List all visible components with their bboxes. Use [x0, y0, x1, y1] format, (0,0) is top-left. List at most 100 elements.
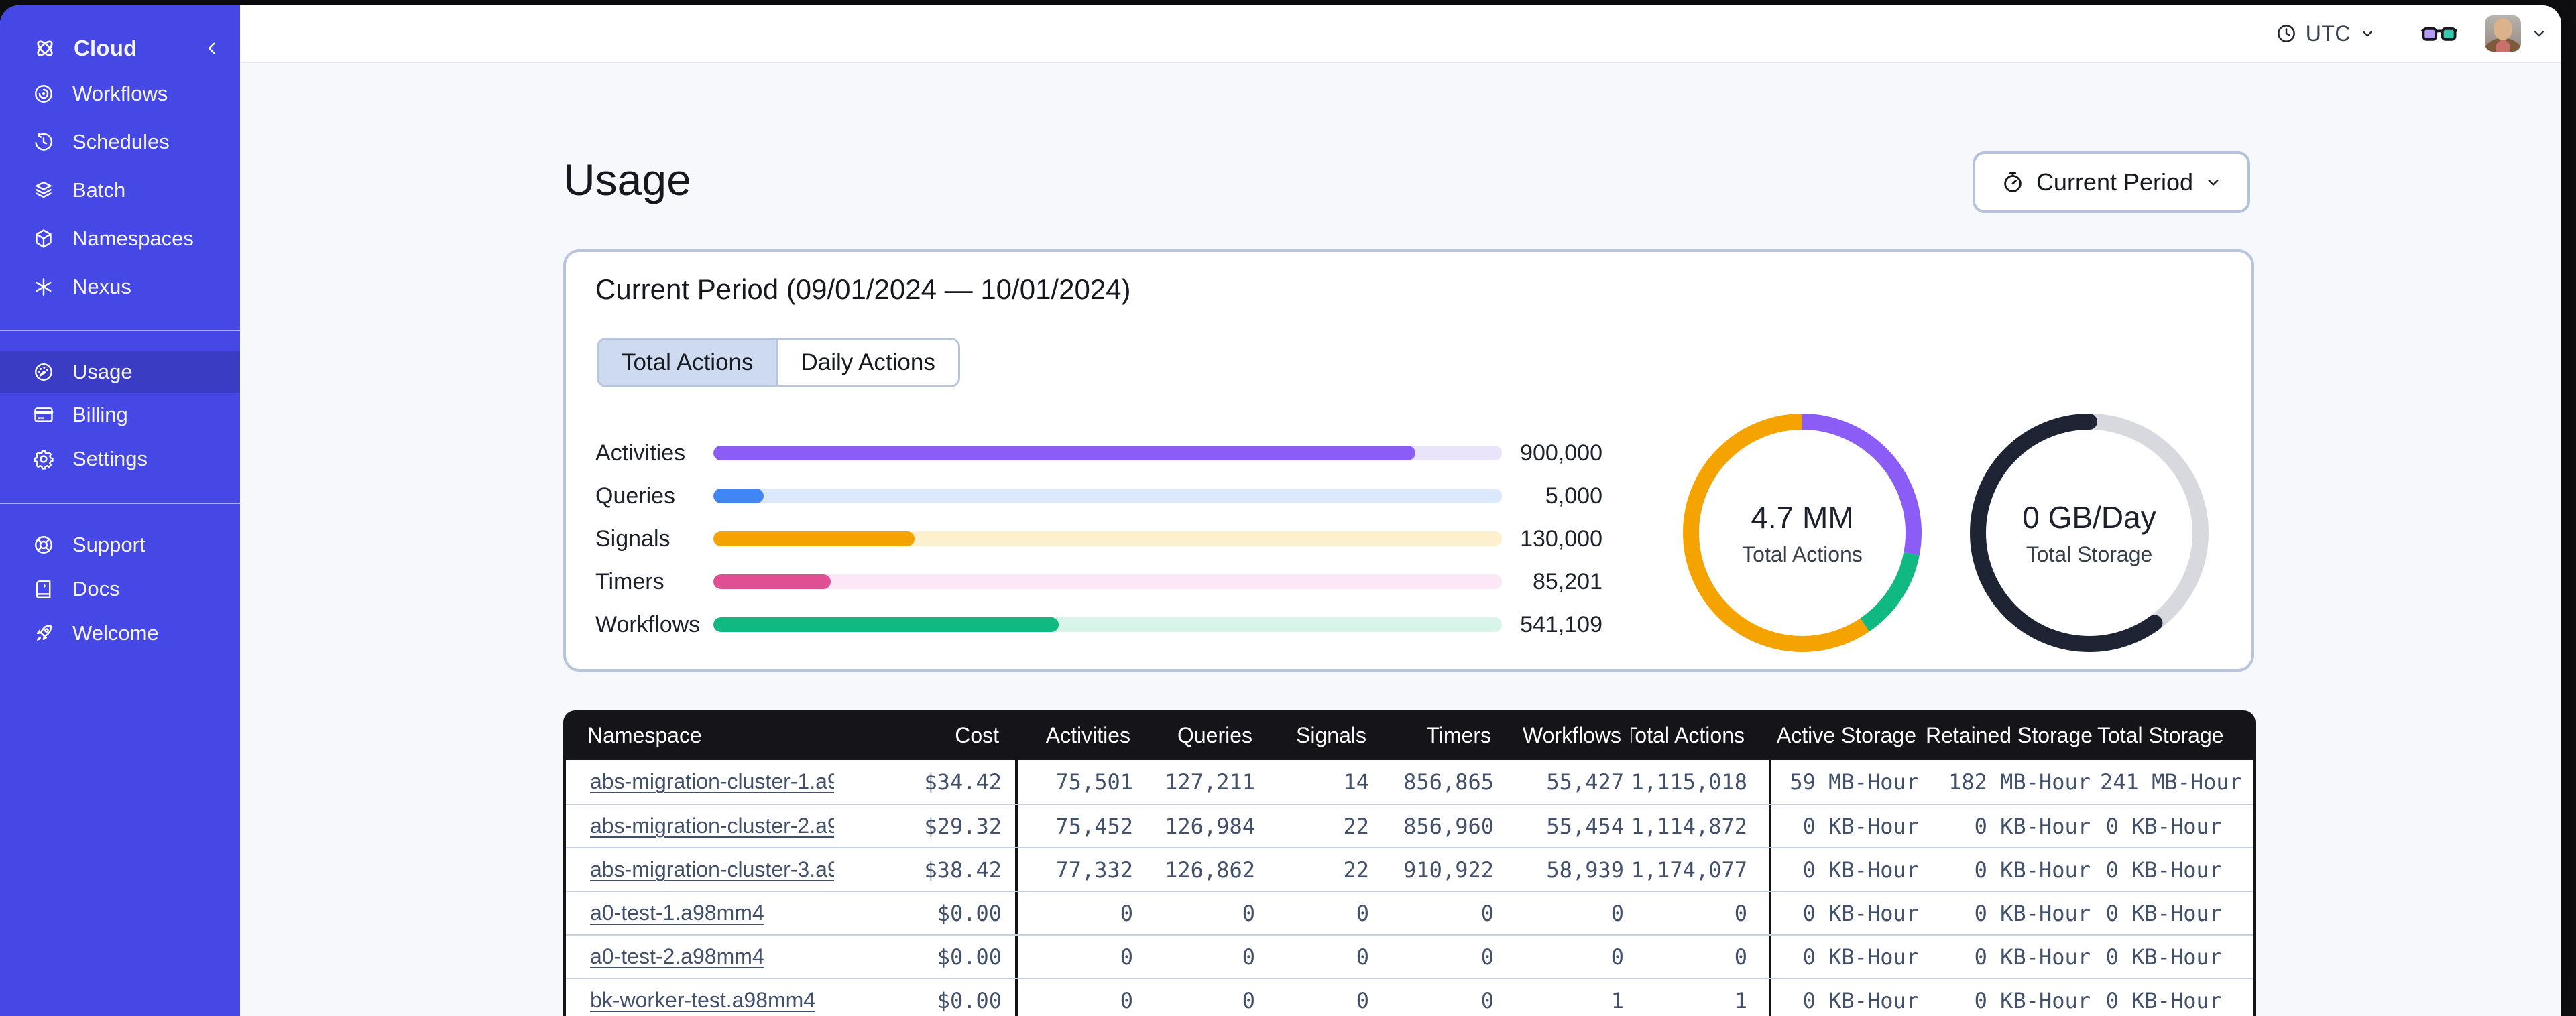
namespace-link[interactable]: abs-migration-cluster-1.a98mm4: [590, 769, 834, 793]
sidebar-item-settings[interactable]: Settings: [0, 437, 240, 481]
table-row: a0-test-2.a98mm4 $0.00 0 0 0 0 0 0 0 KB-…: [566, 934, 2253, 978]
total-actions-cell: 1,174,077: [1633, 848, 1771, 891]
user-avatar[interactable]: [2485, 15, 2521, 52]
bar-category-label: Activities: [595, 440, 686, 466]
stopwatch-icon: [2000, 170, 2026, 195]
sidebar-item-namespaces[interactable]: Namespaces: [0, 214, 240, 263]
bar-fill: [713, 489, 764, 503]
namespace-cell: abs-migration-cluster-1.a98mm4: [566, 769, 834, 794]
table-header-row: Namespace Cost Activities Queries Signal…: [563, 710, 2256, 760]
sidebar-item-usage[interactable]: Usage: [0, 351, 240, 393]
activities-cell: 0: [1120, 944, 1133, 970]
tab[interactable]: Daily Actions: [776, 340, 958, 385]
page-title: Usage: [563, 155, 691, 204]
cost-cell: $38.42: [834, 848, 1018, 891]
namespace-cell: a0-test-1.a98mm4: [566, 901, 834, 926]
column-header-signals: Signals: [1296, 722, 1366, 747]
namespace-cell: abs-migration-cluster-2.a98mm4: [566, 814, 834, 838]
bar-fill: [713, 446, 1415, 460]
sidebar-product-name: Cloud: [74, 36, 137, 60]
total-storage-donut-chart: 0 GB/Day Total Storage: [1970, 414, 2209, 652]
namespace-link[interactable]: bk-worker-test.a98mm4: [590, 988, 815, 1012]
actions-bar-chart: Activities 900,000 Queries 5,000 Signals: [595, 432, 1602, 646]
table-body: abs-migration-cluster-1.a98mm4 $34.42 75…: [563, 760, 2256, 1016]
schedules-icon: [32, 131, 55, 153]
workflows-cell: 0: [1611, 944, 1624, 970]
retained-storage-cell: 0 KB-Hour: [1974, 987, 2091, 1013]
cost-cell: $0.00: [834, 892, 1018, 934]
column-header-total-storage: Total Storage: [2097, 722, 2224, 747]
bar-fill: [713, 574, 831, 589]
bar-row: Activities 900,000: [595, 432, 1602, 474]
activities-cell: 0: [1120, 987, 1133, 1013]
namespace-link[interactable]: a0-test-1.a98mm4: [590, 901, 764, 925]
bar-value-label: 900,000: [1520, 440, 1602, 466]
bar-row: Signals 130,000: [595, 517, 1602, 560]
bar-category-label: Workflows: [595, 611, 701, 637]
column-header-workflows: Workflows: [1523, 722, 1621, 747]
active-storage-cell: 0 KB-Hour: [1802, 813, 1919, 839]
active-storage-cell: 0 KB-Hour: [1802, 987, 1919, 1013]
sidebar-item-support[interactable]: Support: [0, 523, 240, 567]
timezone-selector[interactable]: UTC: [2275, 21, 2376, 46]
table-row: a0-test-1.a98mm4 $0.00 0 0 0 0 0 0 0 KB-…: [566, 891, 2253, 934]
total-storage-cell: 0 KB-Hour: [2105, 944, 2222, 970]
total-actions-cell: 1: [1633, 979, 1771, 1016]
table-row: bk-worker-test.a98mm4 $0.00 0 0 0 0 1 1 …: [566, 978, 2253, 1016]
total-actions-cell: 0: [1633, 936, 1771, 978]
table-row: abs-migration-cluster-2.a98mm4 $29.32 75…: [566, 804, 2253, 847]
sidebar-item-docs[interactable]: Docs: [0, 567, 240, 611]
namespace-cell: abs-migration-cluster-3.a98mm4: [566, 857, 834, 882]
content-area: UTC Usage Current Period Current Period …: [240, 5, 2561, 1016]
sidebar-divider: [0, 330, 240, 331]
signals-cell: 14: [1343, 769, 1369, 795]
sidebar-header[interactable]: Cloud: [0, 29, 240, 67]
period-selector-label: Current Period: [2036, 168, 2194, 196]
column-header-total-actions: Total Actions: [1631, 710, 1769, 760]
table-row: abs-migration-cluster-1.a98mm4 $34.42 75…: [566, 760, 2253, 804]
column-header-timers: Timers: [1426, 722, 1491, 747]
labs-glasses-icon[interactable]: [2420, 20, 2458, 47]
signals-cell: 22: [1343, 856, 1369, 883]
sidebar-item-label: Nexus: [72, 275, 131, 298]
total-storage-cell: 0 KB-Hour: [2105, 813, 2222, 839]
total-storage-cell: 0 KB-Hour: [2105, 900, 2222, 926]
active-storage-cell: 0 KB-Hour: [1802, 900, 1919, 926]
namespace-link[interactable]: abs-migration-cluster-2.a98mm4: [590, 814, 834, 838]
docs-book-icon: [32, 578, 55, 600]
app-window: Cloud Workflows Schedules Batch Namespac…: [0, 5, 2561, 1016]
account-menu-chevron-down-icon[interactable]: [2530, 25, 2548, 42]
donut-center-value: 0 GB/Day: [2022, 499, 2156, 535]
timers-cell: 0: [1480, 900, 1494, 926]
sidebar-item-schedules[interactable]: Schedules: [0, 118, 240, 166]
sidebar-item-label: Billing: [72, 403, 128, 426]
sidebar-item-welcome[interactable]: Welcome: [0, 611, 240, 655]
billing-card-icon: [32, 403, 55, 426]
workflows-cell: 55,427: [1546, 769, 1624, 795]
retained-storage-cell: 182 MB-Hour: [1948, 769, 2091, 795]
bar-row: Timers 85,201: [595, 560, 1602, 603]
activities-cell: 75,501: [1055, 769, 1133, 795]
settings-gear-icon: [32, 448, 55, 470]
namespace-link[interactable]: abs-migration-cluster-3.a98mm4: [590, 857, 834, 881]
activities-cell: 75,452: [1055, 813, 1133, 839]
namespace-link[interactable]: a0-test-2.a98mm4: [590, 944, 764, 968]
workflows-icon: [32, 82, 55, 105]
timers-cell: 856,865: [1403, 769, 1494, 795]
donut-center-label: Total Actions: [1742, 542, 1863, 566]
actions-tab-group: Total Actions Daily Actions: [597, 338, 960, 387]
queries-cell: 0: [1242, 900, 1255, 926]
bar-track: [713, 574, 1502, 589]
sidebar-collapse-button[interactable]: [202, 39, 221, 58]
sidebar-item-workflows[interactable]: Workflows: [0, 70, 240, 118]
topbar: UTC: [240, 5, 2561, 63]
donut-center-value: 4.7 MM: [1751, 499, 1854, 535]
card-title: Current Period (09/01/2024 — 10/01/2024): [595, 273, 1131, 305]
namespaces-cube-icon: [32, 227, 55, 250]
tab[interactable]: Total Actions: [599, 340, 776, 385]
queries-cell: 126,984: [1165, 813, 1255, 839]
sidebar-item-nexus[interactable]: Nexus: [0, 263, 240, 311]
sidebar-item-batch[interactable]: Batch: [0, 166, 240, 214]
sidebar-item-billing[interactable]: Billing: [0, 393, 240, 437]
period-selector-button[interactable]: Current Period: [1973, 151, 2250, 213]
